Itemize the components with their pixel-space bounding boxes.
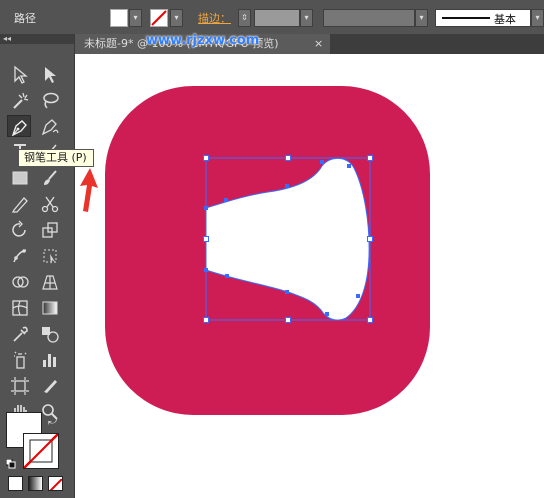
column-graph-icon (43, 354, 56, 367)
slice-tool[interactable] (38, 375, 62, 397)
artboard-tool[interactable] (8, 375, 32, 397)
paintbrush-tool[interactable] (38, 167, 62, 189)
none-icon (49, 478, 62, 490)
column-graph-tool[interactable] (38, 349, 62, 371)
no-stroke-icon (151, 10, 167, 26)
mesh-icon (12, 300, 28, 316)
document-tab-bar: 未标题-9* @ 100% (CMYK/GPU 预览) × (74, 34, 544, 54)
eyedropper-tool[interactable] (8, 323, 32, 345)
arrow-cursor-icon (14, 65, 28, 84)
brush-definition-label: 基本 (494, 13, 516, 26)
variable-width-dropdown[interactable]: ▾ (415, 9, 428, 27)
control-bar: 路径 ▾ ▾ 描边： ⇕ ▾ ▾ 基本 ▾ (0, 0, 544, 35)
pen-icon (11, 120, 27, 137)
curvature-tool[interactable] (38, 115, 62, 137)
brush-stroke-preview (442, 17, 490, 19)
no-stroke-icon (23, 433, 59, 469)
brush-definition-select[interactable]: 基本 (435, 9, 531, 27)
swap-fill-stroke-icon[interactable]: ⤾ (48, 414, 57, 428)
fill-dropdown[interactable]: ▾ (129, 9, 142, 27)
annotation-arrow-icon (80, 168, 98, 212)
pencil-tool[interactable] (8, 193, 32, 215)
gradient-icon (42, 301, 58, 315)
free-transform-tool[interactable] (38, 245, 62, 267)
tooltip-text: 钢笔工具 (P) (24, 151, 87, 164)
perspective-grid-tool[interactable] (38, 271, 62, 293)
blend-tool[interactable] (38, 323, 62, 345)
tools-panel-header: ◂◂ (0, 34, 74, 44)
direct-selection-tool[interactable] (38, 64, 62, 86)
lasso-icon (43, 92, 59, 109)
watermark-text: www.rjzxw.com (146, 33, 260, 48)
selection-tool[interactable] (8, 64, 32, 86)
close-icon[interactable]: × (314, 34, 323, 54)
artboard-canvas[interactable] (75, 54, 544, 498)
scissors-tool[interactable] (38, 193, 62, 215)
default-colors-glyph (5, 458, 16, 469)
color-mode-button[interactable] (8, 476, 23, 491)
scale-icon (42, 222, 58, 238)
variable-width-profile[interactable] (323, 9, 415, 27)
fill-swatch[interactable] (110, 9, 128, 27)
gradient-mode-button[interactable] (28, 476, 43, 491)
mesh-tool[interactable] (8, 297, 32, 319)
puppet-warp-tool[interactable] (8, 245, 32, 267)
magic-wand-tool[interactable] (8, 90, 32, 112)
puppet-warp-icon (13, 249, 27, 263)
stroke-weight-input[interactable] (254, 9, 300, 27)
eyedropper-icon (13, 326, 28, 342)
default-colors-icon[interactable] (5, 454, 16, 469)
curvature-pen-icon (41, 119, 59, 136)
direct-arrow-icon (45, 67, 56, 83)
pen-tool-tooltip: 钢笔工具 (P) (18, 149, 94, 167)
none-mode-button[interactable] (48, 476, 63, 491)
symbol-sprayer-tool[interactable] (8, 349, 32, 371)
stroke-weight-stepper[interactable]: ⇕ (238, 9, 251, 27)
stroke-weight-dropdown[interactable]: ▾ (300, 9, 313, 27)
rotate-icon (12, 220, 26, 237)
scale-tool[interactable] (38, 219, 62, 241)
stroke-weight-label[interactable]: 描边： (198, 10, 231, 26)
pencil-icon (11, 197, 28, 213)
lasso-tool[interactable] (38, 90, 62, 112)
brush-definition-dropdown[interactable]: ▾ (531, 9, 544, 27)
shape-builder-icon (12, 276, 29, 288)
pen-tool[interactable] (7, 115, 31, 137)
perspective-grid-icon (42, 275, 58, 290)
stroke-swatch[interactable] (150, 9, 168, 27)
slice-icon (44, 380, 57, 393)
paintbrush-icon (44, 170, 57, 185)
scissors-icon (41, 196, 59, 213)
shape-builder-tool[interactable] (8, 271, 32, 293)
gradient-tool[interactable] (38, 297, 62, 319)
stroke-dropdown[interactable]: ▾ (170, 9, 183, 27)
magic-wand-icon (13, 92, 29, 109)
rotate-tool[interactable] (8, 219, 32, 241)
artboard-icon (11, 377, 29, 395)
free-transform-icon (43, 249, 57, 264)
collapse-icon[interactable]: ◂◂ (3, 34, 11, 44)
stroke-color-box[interactable] (23, 433, 59, 469)
blend-icon (42, 327, 59, 343)
symbol-sprayer-icon (14, 351, 27, 369)
tools-panel: ◂◂ ⤾ (0, 34, 75, 498)
rectangle-icon (12, 171, 28, 185)
rectangle-tool[interactable] (8, 167, 32, 189)
object-type-label: 路径 (14, 12, 36, 25)
